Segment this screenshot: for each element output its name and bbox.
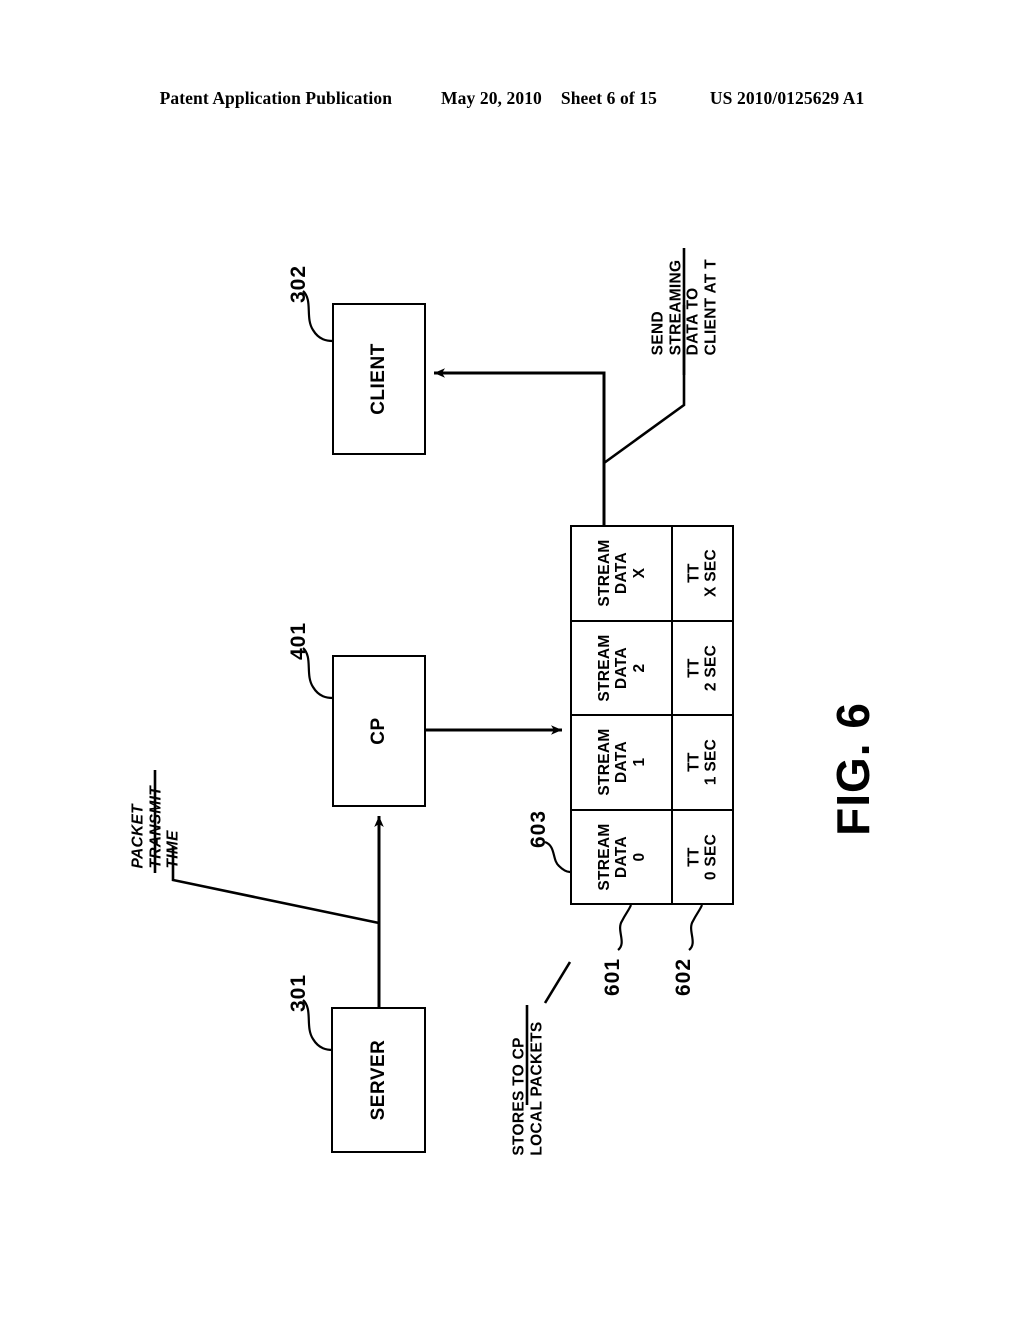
patent-figure-page: Patent Application Publication May 20, 2… (0, 0, 1024, 1320)
stream-data-text: STREAM DATA 1 (595, 728, 648, 796)
ref-numeral-302: 302 (287, 264, 311, 304)
node-client[interactable]: CLIENT (332, 303, 426, 455)
page-header: Patent Application Publication May 20, 2… (0, 88, 1024, 109)
packet-column[interactable]: STREAM DATA X TT X SEC (572, 527, 732, 620)
ref-numeral-401: 401 (287, 621, 311, 661)
table-cell-stream-data: STREAM DATA X (572, 527, 673, 620)
transmit-time-text: TT 2 SEC (685, 644, 720, 691)
ref-numeral-603: 603 (527, 809, 551, 849)
transmit-time-text: TT 1 SEC (685, 739, 720, 786)
stream-data-text: STREAM DATA 0 (595, 823, 648, 891)
figure-caption: FIG. 6 (826, 702, 879, 836)
packet-column[interactable]: STREAM DATA 0 TT 0 SEC (572, 808, 732, 904)
annotation-packet-transmit-time: PACKET TRANSMIT TIME (129, 786, 182, 869)
table-cell-transmit-time: TT 1 SEC (673, 716, 732, 809)
stream-data-text: STREAM DATA 2 (595, 634, 648, 702)
table-cell-stream-data: STREAM DATA 2 (572, 621, 673, 714)
node-server-label: SERVER (367, 1039, 389, 1121)
table-cell-transmit-time: TT 0 SEC (673, 811, 732, 904)
table-cell-stream-data: STREAM DATA 1 (572, 716, 673, 809)
packet-column[interactable]: STREAM DATA 2 TT 2 SEC (572, 619, 732, 715)
table-cell-stream-data: STREAM DATA 0 (572, 810, 673, 903)
transmit-time-text: TT 0 SEC (685, 833, 720, 880)
ref-numeral-301: 301 (287, 973, 311, 1013)
node-cp[interactable]: CP (332, 655, 426, 807)
header-document-number: US 2010/0125629 A1 (709, 88, 865, 108)
header-sheet: Sheet 6 of 15 (560, 88, 657, 108)
stream-data-text: STREAM DATA X (595, 539, 648, 607)
ref-numeral-601: 601 (601, 957, 625, 997)
table-cell-transmit-time: TT X SEC (673, 527, 732, 620)
transmit-time-text: TT X SEC (685, 549, 720, 598)
packet-buffer-table[interactable]: STREAM DATA 0 TT 0 SEC STREAM DATA 1 TT 1 SEC … (570, 525, 734, 905)
annotation-stores-to-cp-local-packets: STORES TO CP LOCAL PACKETS (510, 1021, 545, 1156)
node-client-label: CLIENT (368, 343, 389, 415)
node-server[interactable]: SERVER (331, 1007, 426, 1153)
node-cp-label: CP (368, 717, 389, 745)
packet-column[interactable]: STREAM DATA 1 TT 1 SEC (572, 714, 732, 809)
table-cell-transmit-time: TT 2 SEC (673, 622, 732, 715)
annotation-send-streaming-data: SEND STREAMING DATA TO CLIENT AT T (649, 259, 720, 356)
header-date: May 20, 2010 (441, 88, 542, 108)
header-publication: Patent Application Publication (159, 88, 393, 108)
ref-numeral-602: 602 (672, 957, 696, 997)
